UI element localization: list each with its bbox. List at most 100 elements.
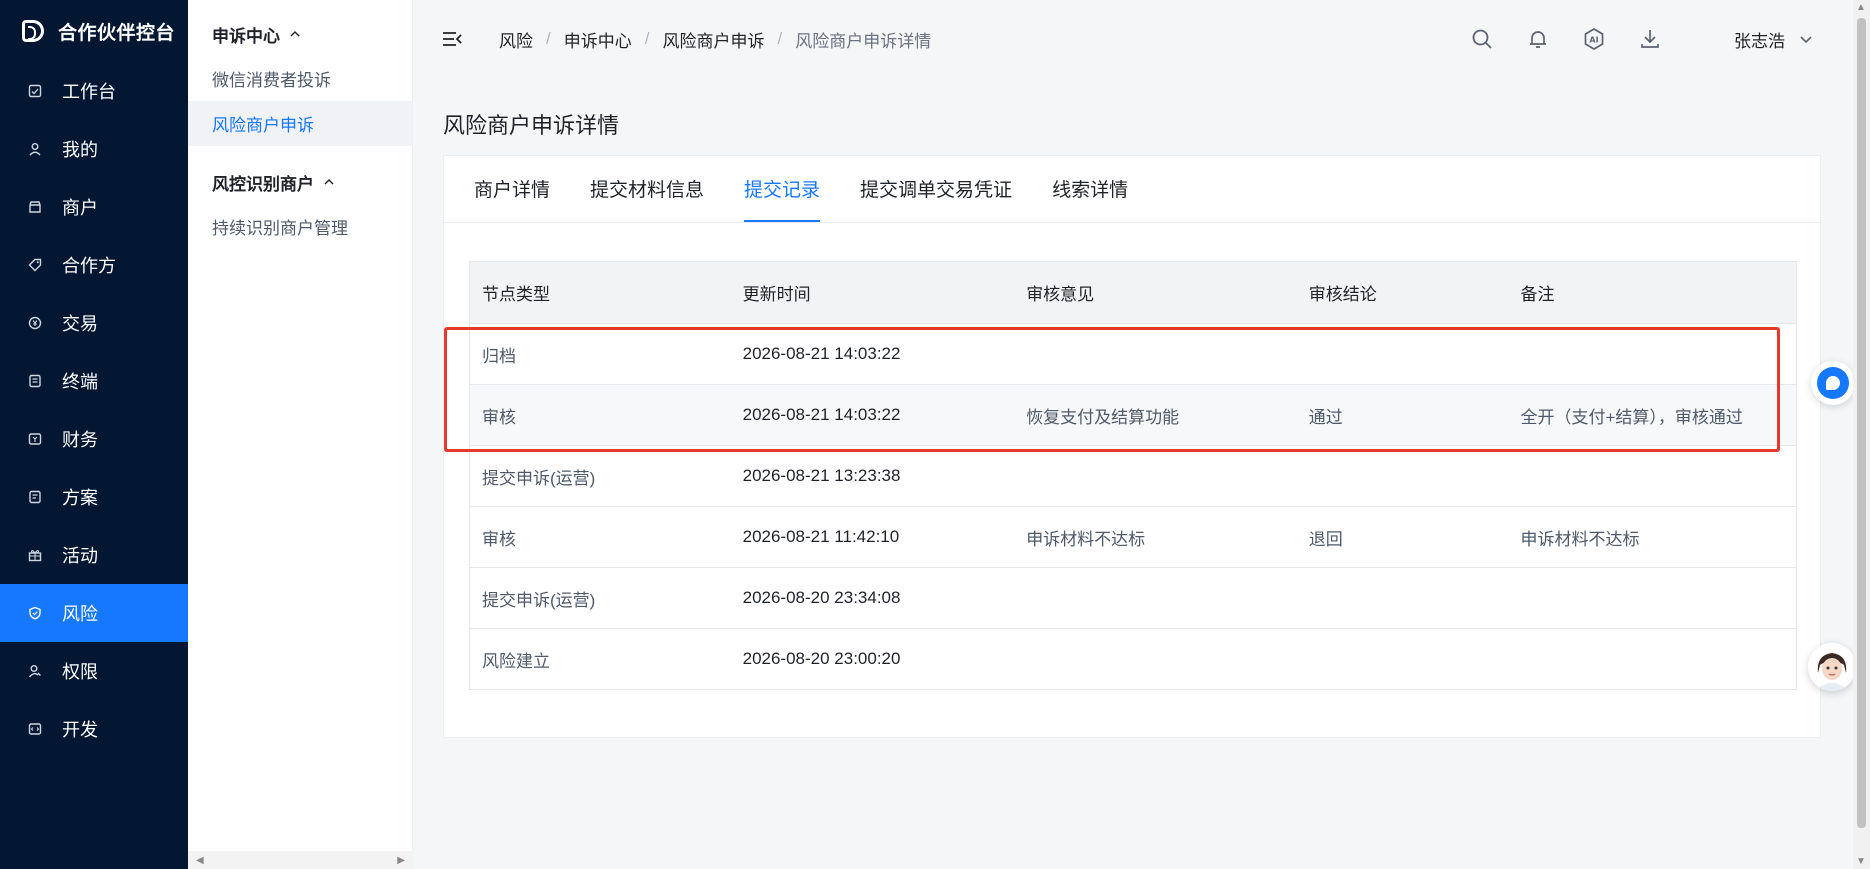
table-row: 风险建立 2026-08-20 23:00:20: [470, 628, 1796, 689]
yuan-icon: [28, 316, 42, 330]
shield-icon: [28, 606, 42, 620]
column-header: 审核结论: [1308, 285, 1377, 304]
sidebar-item-label: 工作台: [62, 82, 116, 102]
sidebar-item-1[interactable]: 我的: [0, 120, 188, 178]
sidebar-item-4[interactable]: 交易: [0, 294, 188, 352]
table-cell: 申诉材料不达标: [1026, 529, 1146, 549]
breadcrumb-current: 风险商户申诉详情: [795, 31, 932, 51]
menu-collapse-icon[interactable]: [441, 28, 463, 50]
submenu-group-risk-identify[interactable]: 风控识别商户: [188, 160, 412, 204]
ai-assistant-icon[interactable]: AI: [1582, 27, 1606, 51]
table-row: 提交申诉(运营) 2026-08-21 13:23:38: [470, 445, 1796, 506]
submenu-item-wechat-complaints[interactable]: 微信消费者投诉: [188, 56, 412, 101]
top-bar: 风险 / 申诉中心 / 风险商户申诉 / 风险商户申诉详情 AI 张志浩: [413, 0, 1853, 78]
table-cell: 申诉材料不达标: [1520, 529, 1640, 549]
dashboard-icon: [28, 84, 42, 98]
submenu-item-label: 持续识别商户管理: [212, 219, 348, 238]
breadcrumb-separator: /: [546, 29, 551, 48]
secondary-menu: 申诉中心 微信消费者投诉 风险商户申诉 风控识别商户 持续识别商户管理 ◀ ▶: [188, 0, 413, 869]
table-row: 归档 2026-08-21 14:03:22: [470, 323, 1796, 384]
sidebar-item-9[interactable]: 风险: [0, 584, 188, 642]
sidebar-item-label: 开发: [62, 720, 98, 740]
vertical-scrollbar[interactable]: ▲ ▼: [1853, 0, 1870, 869]
sidebar-item-11[interactable]: 开发: [0, 700, 188, 758]
submenu-group-appeal-center[interactable]: 申诉中心: [188, 12, 412, 56]
scroll-left-arrow-icon[interactable]: ◀: [196, 855, 204, 866]
scroll-down-arrow-icon[interactable]: ▼: [1856, 856, 1866, 867]
search-icon[interactable]: [1470, 27, 1494, 51]
brand[interactable]: 合作伙伴控台: [0, 0, 188, 62]
avatar-icon: [1808, 643, 1856, 691]
sidebar-item-8[interactable]: 活动: [0, 526, 188, 584]
table-cell: 审核: [482, 407, 516, 427]
table-cell: 提交申诉(运营): [482, 590, 596, 610]
sidebar-item-3[interactable]: 合作方: [0, 236, 188, 294]
user-name: 张志浩: [1734, 31, 1785, 51]
user-icon: [28, 142, 42, 156]
code-icon: [28, 722, 42, 736]
breadcrumb: 风险 / 申诉中心 / 风险商户申诉 / 风险商户申诉详情: [499, 27, 931, 52]
breadcrumb-item[interactable]: 申诉中心: [564, 27, 632, 52]
table-cell: 审核: [482, 529, 516, 549]
breadcrumb-item[interactable]: 风险商户申诉: [662, 27, 764, 52]
tag-icon: [28, 258, 42, 272]
tab-0[interactable]: 商户详情: [474, 175, 550, 222]
store-icon: [28, 200, 42, 214]
sidebar-item-0[interactable]: 工作台: [0, 62, 188, 120]
terminal-icon: [28, 374, 42, 388]
breadcrumb-separator: /: [777, 29, 783, 48]
tab-1[interactable]: 提交材料信息: [590, 175, 704, 222]
breadcrumb-item[interactable]: 风险: [499, 27, 533, 52]
header-actions: AI 张志浩: [1454, 0, 1853, 78]
column-header: 更新时间: [742, 285, 811, 304]
sidebar-item-2[interactable]: 商户: [0, 178, 188, 236]
sidebar-item-7[interactable]: 方案: [0, 468, 188, 526]
sidebar-item-label: 权限: [62, 662, 98, 682]
tab-bar: 商户详情 提交材料信息 提交记录 提交调单交易凭证 线索详情: [444, 156, 1820, 223]
table-cell: 2026-08-21 14:03:22: [742, 405, 901, 424]
table-cell: 2026-08-21 11:42:10: [742, 527, 900, 546]
chat-float-button[interactable]: [1811, 361, 1855, 405]
column-header: 审核意见: [1026, 285, 1095, 304]
scroll-up-arrow-icon[interactable]: ▲: [1856, 2, 1866, 13]
table-cell: 提交申诉(运营): [482, 468, 596, 488]
tab-4[interactable]: 线索详情: [1052, 175, 1128, 222]
table-row: 提交申诉(运营) 2026-08-20 23:34:08: [470, 567, 1796, 628]
submenu-item-risk-merchant-appeal[interactable]: 风险商户申诉: [188, 101, 412, 146]
submenu-item-continuous-identify[interactable]: 持续识别商户管理: [188, 204, 412, 249]
table-cell: 2026-08-20 23:00:20: [742, 649, 901, 668]
svg-text:AI: AI: [1589, 36, 1598, 45]
sidebar-item-label: 交易: [62, 314, 98, 334]
scrollbar-thumb[interactable]: [1857, 18, 1866, 828]
sidebar-item-label: 财务: [62, 430, 98, 450]
primary-sidebar: 合作伙伴控台 工作台我的商户合作方交易终端财务方案活动 风险权限开发: [0, 0, 188, 869]
table-header: 节点类型 更新时间 审核意见 审核结论 备注: [470, 262, 1796, 323]
table-cell: 风险建立: [482, 651, 550, 671]
sidebar-item-label: 方案: [62, 488, 98, 508]
sidebar-item-6[interactable]: 财务: [0, 410, 188, 468]
horizontal-scrollbar[interactable]: ◀ ▶: [188, 851, 413, 869]
tab-3[interactable]: 提交调单交易凭证: [860, 175, 1012, 222]
brand-logo-icon: [22, 20, 44, 42]
table-row: 审核 2026-08-21 11:42:10 申诉材料不达标 退回 申诉材料不达标: [470, 506, 1796, 567]
table-row: 审核 2026-08-21 14:03:22 恢复支付及结算功能 通过 全开（支付+结算…: [470, 384, 1796, 445]
sidebar-item-5[interactable]: 终端: [0, 352, 188, 410]
table-cell: 退回: [1308, 529, 1343, 549]
submenu-group-label: 风控识别商户: [212, 174, 314, 194]
table-cell: 通过: [1308, 407, 1343, 427]
brand-title: 合作伙伴控台: [58, 22, 176, 44]
tab-2[interactable]: 提交记录: [744, 175, 821, 222]
document-icon: [28, 490, 42, 504]
scroll-right-arrow-icon[interactable]: ▶: [397, 855, 405, 866]
sidebar-item-10[interactable]: 权限: [0, 642, 188, 700]
chat-bubble-icon: [1817, 367, 1849, 399]
download-icon[interactable]: [1638, 27, 1662, 51]
user-menu[interactable]: 张志浩: [1734, 27, 1813, 52]
gift-icon: [28, 548, 42, 562]
table-cell: 全开（支付+结算），审核通过: [1520, 407, 1743, 427]
table-cell: 归档: [482, 346, 516, 366]
bell-icon[interactable]: [1526, 27, 1550, 51]
sidebar-item-label: 商户: [62, 198, 98, 218]
assistant-avatar[interactable]: [1808, 643, 1856, 691]
table-body: 归档 2026-08-21 14:03:22 审核 2026-08-21 14:03:…: [470, 323, 1796, 689]
